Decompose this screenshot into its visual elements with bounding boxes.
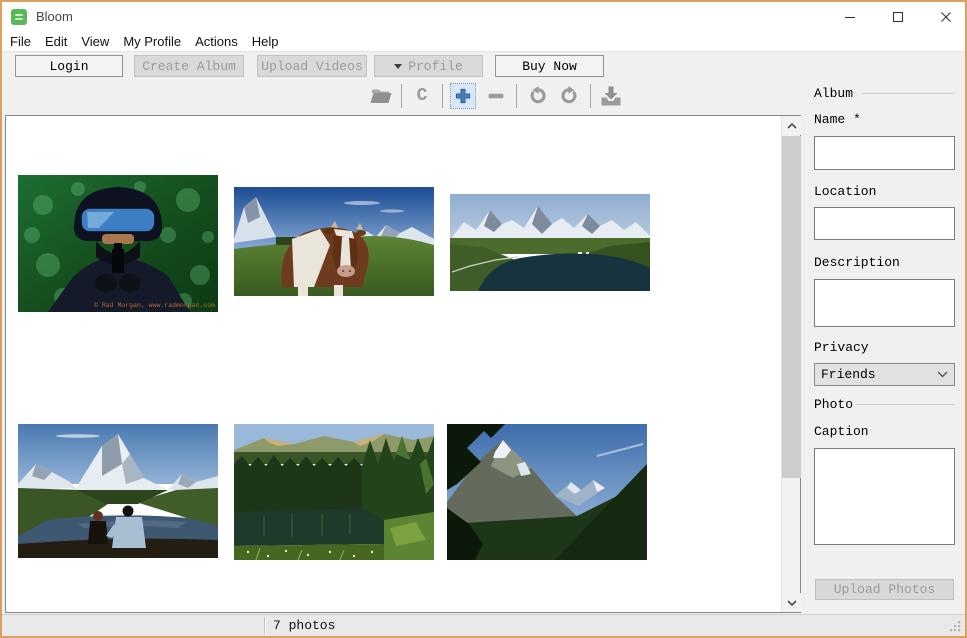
dropdown-arrow-icon bbox=[394, 64, 402, 69]
zoom-in-button[interactable] bbox=[450, 83, 476, 109]
photo-4-image bbox=[18, 424, 218, 558]
plus-icon bbox=[453, 86, 473, 106]
maximize-button[interactable] bbox=[891, 10, 905, 24]
rotate-cw-icon bbox=[559, 85, 581, 107]
create-album-label: Create Album bbox=[142, 59, 236, 74]
profile-dropdown-button[interactable]: Profile bbox=[374, 55, 483, 77]
photo-3-image bbox=[450, 194, 650, 291]
zoom-out-button[interactable] bbox=[483, 83, 509, 109]
menu-view[interactable]: View bbox=[74, 33, 116, 50]
rotate-ccw-icon bbox=[526, 85, 548, 107]
photo-thumbnail-1[interactable]: © Rad Morgan, www.radmorgan.com bbox=[18, 175, 218, 312]
rotate-ccw-button[interactable] bbox=[524, 83, 550, 109]
statusbar: 7 photos bbox=[2, 614, 965, 636]
photo-section-header: Photo bbox=[814, 397, 853, 412]
login-button[interactable]: Login bbox=[15, 55, 123, 77]
create-album-button[interactable]: Create Album bbox=[134, 55, 244, 77]
menubar: File Edit View My Profile Actions Help bbox=[2, 31, 965, 51]
minus-icon bbox=[485, 85, 507, 107]
menu-actions[interactable]: Actions bbox=[188, 33, 245, 50]
description-label: Description bbox=[814, 255, 900, 270]
privacy-select[interactable]: Friends bbox=[814, 363, 955, 386]
buy-now-button[interactable]: Buy Now bbox=[495, 55, 604, 77]
caption-field[interactable] bbox=[814, 448, 955, 545]
chevron-up-icon bbox=[787, 123, 797, 129]
photo-1-image: © Rad Morgan, www.radmorgan.com bbox=[18, 175, 218, 312]
vertical-scrollbar[interactable] bbox=[781, 116, 800, 612]
photo-section-rule bbox=[856, 404, 955, 405]
photo-thumbnail-3[interactable] bbox=[450, 194, 650, 291]
buy-now-label: Buy Now bbox=[522, 59, 577, 74]
privacy-label: Privacy bbox=[814, 340, 869, 355]
toolbar-separator bbox=[401, 84, 402, 108]
photo-thumbnail-4[interactable] bbox=[18, 424, 218, 558]
menu-file[interactable]: File bbox=[3, 33, 38, 50]
open-album-button[interactable] bbox=[368, 83, 394, 109]
album-section-header: Album bbox=[814, 86, 853, 101]
photo-2-image bbox=[234, 187, 434, 296]
toolbar-separator bbox=[442, 84, 443, 108]
minimize-button[interactable] bbox=[843, 10, 857, 24]
upload-videos-label: Upload Videos bbox=[261, 59, 362, 74]
statusbar-separator bbox=[264, 617, 265, 634]
profile-label: Profile bbox=[408, 59, 463, 74]
rotate-cw-button[interactable] bbox=[557, 83, 583, 109]
description-field[interactable] bbox=[814, 279, 955, 327]
login-button-label: Login bbox=[49, 59, 88, 74]
photo-watermark: © Rad Morgan, www.radmorgan.com bbox=[94, 301, 215, 309]
scrollbar-thumb[interactable] bbox=[782, 136, 801, 478]
chevron-down-icon bbox=[787, 600, 797, 606]
photo-thumbnail-5[interactable] bbox=[234, 424, 434, 560]
photo-5-image bbox=[234, 424, 434, 560]
close-button[interactable] bbox=[939, 10, 953, 24]
scrollbar-up-button[interactable] bbox=[782, 116, 801, 135]
menu-my-profile[interactable]: My Profile bbox=[116, 33, 188, 50]
location-label: Location bbox=[814, 184, 876, 199]
resize-grip[interactable] bbox=[948, 619, 962, 633]
name-field[interactable] bbox=[814, 136, 955, 170]
photo-thumbnail-2[interactable] bbox=[234, 187, 434, 296]
toolbar-separator bbox=[590, 84, 591, 108]
menu-help[interactable]: Help bbox=[245, 33, 286, 50]
upload-photos-label: Upload Photos bbox=[834, 582, 935, 597]
save-download-icon bbox=[599, 84, 623, 108]
name-label: Name * bbox=[814, 112, 861, 127]
titlebar: Bloom bbox=[2, 2, 965, 31]
window-title: Bloom bbox=[36, 9, 73, 24]
album-section-rule bbox=[862, 93, 955, 94]
photo-count-status: 7 photos bbox=[273, 618, 335, 633]
rotate-button[interactable]: C bbox=[409, 83, 435, 109]
upload-videos-button[interactable]: Upload Videos bbox=[257, 55, 367, 77]
chevron-down-icon bbox=[937, 371, 948, 378]
save-button[interactable] bbox=[598, 83, 624, 109]
app-logo-icon bbox=[11, 9, 27, 25]
menu-edit[interactable]: Edit bbox=[38, 33, 74, 50]
rotate-icon: C bbox=[417, 87, 428, 105]
caption-label: Caption bbox=[814, 424, 869, 439]
photo-gallery-canvas: © Rad Morgan, www.radmorgan.com bbox=[5, 115, 801, 613]
upload-photos-button[interactable]: Upload Photos bbox=[815, 579, 954, 600]
folder-open-icon bbox=[369, 84, 393, 108]
action-toolbar: Login Create Album Upload Videos Profile… bbox=[2, 51, 965, 79]
toolbar-separator bbox=[516, 84, 517, 108]
privacy-selected-value: Friends bbox=[821, 367, 876, 382]
location-field[interactable] bbox=[814, 207, 955, 240]
scrollbar-down-button[interactable] bbox=[782, 593, 801, 612]
photo-thumbnail-6[interactable] bbox=[447, 424, 647, 560]
photo-6-image bbox=[447, 424, 647, 560]
